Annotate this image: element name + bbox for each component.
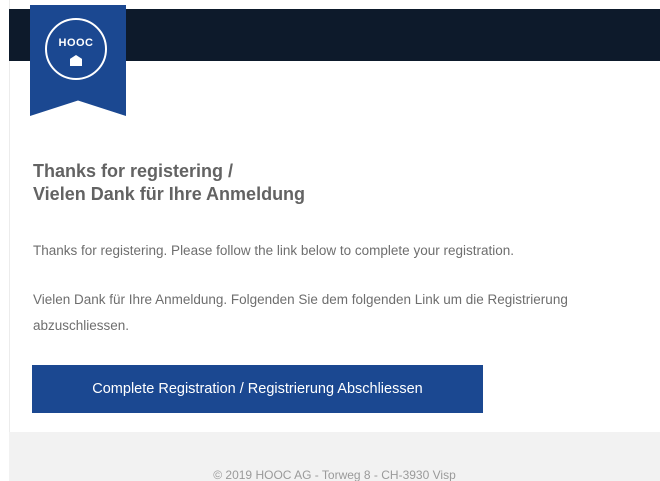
body-text-german: Vielen Dank für Ihre Anmeldung. Folgende… xyxy=(33,292,568,333)
email-content: Thanks for registering / Vielen Dank für… xyxy=(33,160,633,333)
email-title-line-en: Thanks for registering / xyxy=(33,161,234,181)
footer-copyright: © 2019 HOOC AG - Torweg 8 - CH-3930 Visp xyxy=(213,468,456,481)
body-text-english: Thanks for registering. Please follow th… xyxy=(33,243,514,258)
logo-text: HOOC xyxy=(58,37,94,49)
complete-registration-button[interactable]: Complete Registration / Registrierung Ab… xyxy=(32,365,483,413)
email-footer: © 2019 HOOC AG - Torweg 8 - CH-3930 Visp xyxy=(9,432,660,481)
email-title-line-de: Vielen Dank für Ihre Anmeldung xyxy=(33,184,306,204)
email-page: HOOC Thanks for registering / Vielen Dan… xyxy=(0,0,660,481)
house-icon xyxy=(70,55,82,66)
email-title: Thanks for registering / Vielen Dank für… xyxy=(33,160,633,206)
hooc-logo[interactable]: HOOC xyxy=(30,5,126,116)
logo-circle: HOOC xyxy=(45,18,107,80)
